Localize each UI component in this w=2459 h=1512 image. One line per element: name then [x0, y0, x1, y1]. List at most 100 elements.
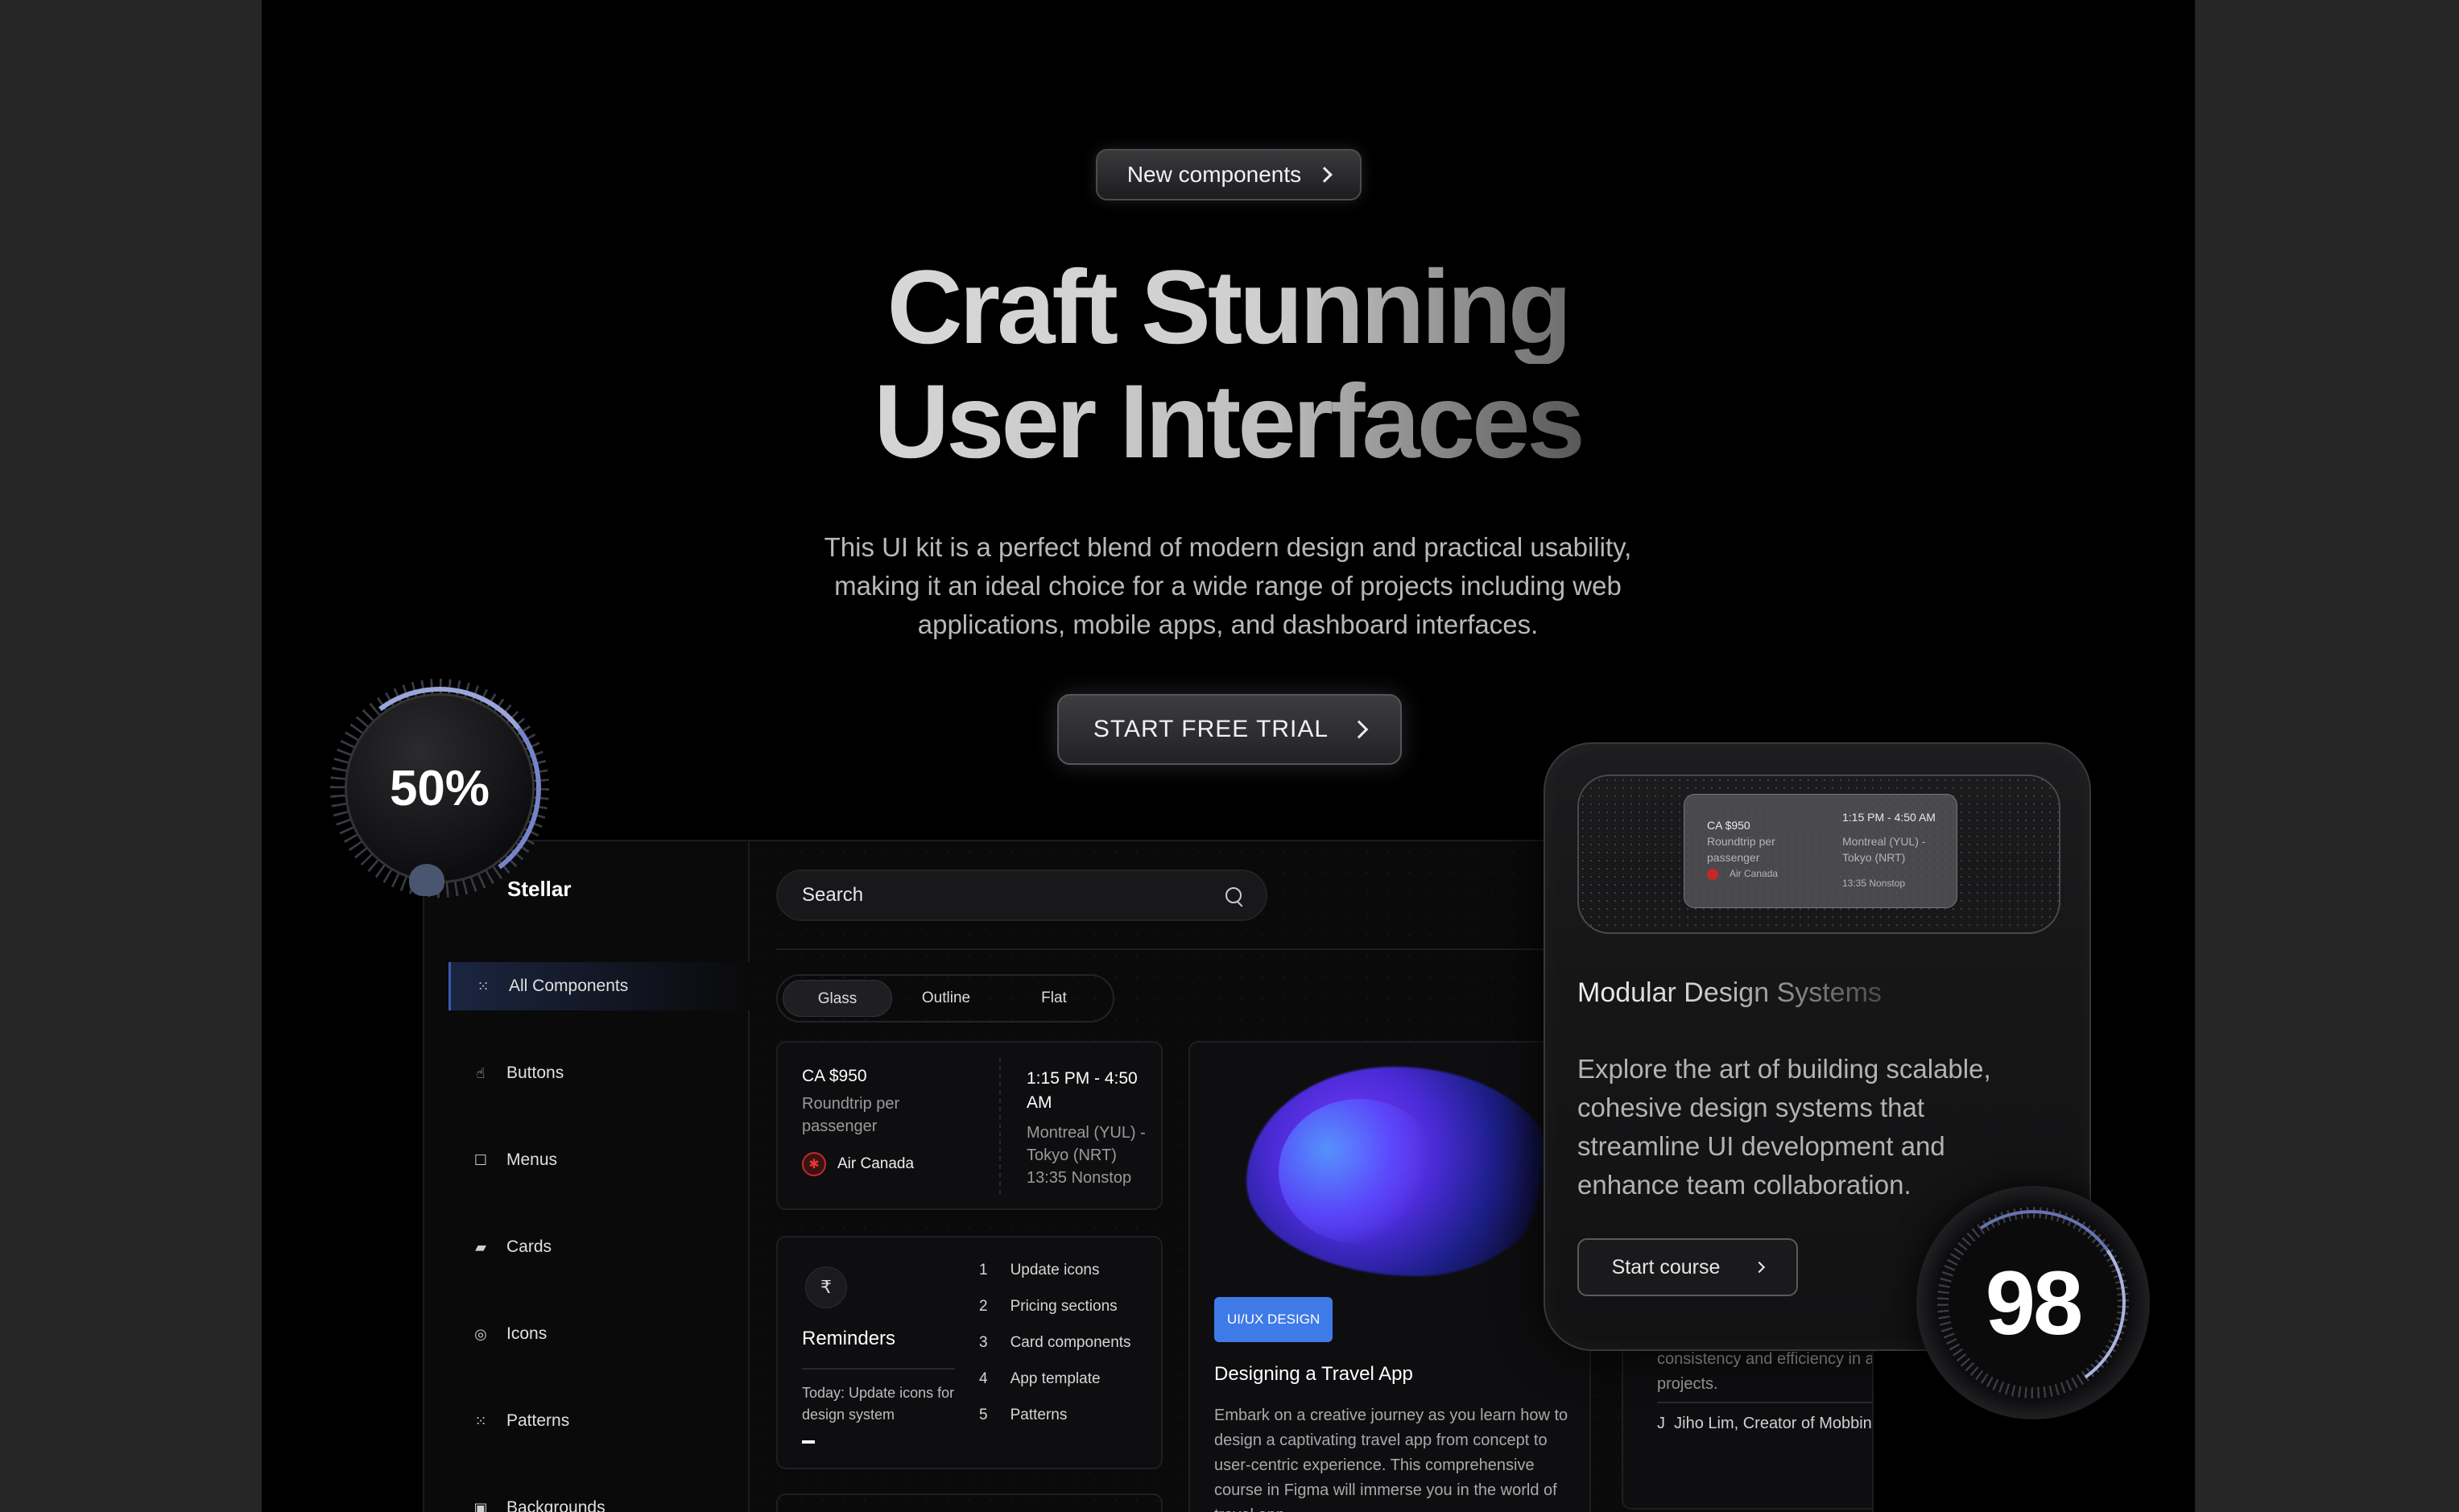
- mini-duration: 13:35 Nonstop: [1842, 878, 1906, 889]
- item-number: 5: [979, 1407, 988, 1423]
- card-partial: [776, 1493, 1163, 1512]
- segment-glass[interactable]: Glass: [783, 980, 892, 1017]
- sidebar-item-label: Backgrounds: [506, 1498, 605, 1512]
- course-title: Designing a Travel App: [1214, 1363, 1413, 1385]
- circle-target-icon: ◎: [474, 1325, 487, 1342]
- item-label: Update icons: [1010, 1262, 1100, 1279]
- chevron-right-icon: [1316, 167, 1333, 183]
- sidebar-item-menus[interactable]: ☐ Menus: [448, 1136, 750, 1184]
- sidebar-item-cards[interactable]: ▰ Cards: [448, 1223, 750, 1271]
- divider: [802, 1368, 955, 1369]
- headline-line-1: Craft Stunning: [825, 250, 1630, 364]
- flight-card[interactable]: CA $950 Roundtrip per passenger ✱ Air Ca…: [776, 1041, 1163, 1210]
- flight-airline: Air Canada: [837, 1155, 915, 1172]
- flight-duration: 13:35 Nonstop: [1027, 1169, 1132, 1187]
- list-item[interactable]: 3 Card components: [979, 1334, 1131, 1370]
- flight-route: Montreal (YUL) - Tokyo (NRT): [1027, 1124, 1146, 1164]
- sidebar-nav: ⁙ All Components ☝ Buttons ☐ Menus ▰ Car…: [448, 962, 750, 1512]
- testimonial-author: J Jiho Lim, Creator of Mobbin: [1657, 1415, 1872, 1433]
- course-card[interactable]: UI/UX DESIGN Designing a Travel App Emba…: [1188, 1041, 1591, 1512]
- abstract-blob-highlight: [1279, 1099, 1440, 1244]
- image-icon: ▣: [473, 1499, 488, 1512]
- sidebar-item-patterns[interactable]: ⁙ Patterns: [448, 1397, 750, 1445]
- progress-gauge: 50%: [324, 673, 555, 903]
- item-number: 4: [979, 1370, 988, 1387]
- flight-fare-type: Roundtrip per passenger: [802, 1095, 900, 1135]
- sidebar-item-all-components[interactable]: ⁙ All Components: [448, 962, 750, 1010]
- item-label: Card components: [1010, 1334, 1131, 1351]
- mini-flight-card: CA $950 Roundtrip per passenger Air Cana…: [1684, 794, 1957, 908]
- course-description: Embark on a creative journey as you lear…: [1214, 1407, 1568, 1512]
- course-tag: UI/UX DESIGN: [1214, 1297, 1333, 1342]
- chevron-right-icon: [1349, 720, 1369, 739]
- gauge-value: 98: [1985, 1252, 2084, 1353]
- grid-dots-icon: ⁙: [477, 977, 490, 994]
- chevron-right-icon: [1754, 1261, 1766, 1274]
- mini-route: Montreal (YUL) - Tokyo (NRT): [1842, 835, 1926, 864]
- headline-line-2: User Interfaces: [825, 364, 1630, 478]
- sidebar-item-buttons[interactable]: ☝ Buttons: [448, 1049, 750, 1097]
- square-icon: ☐: [473, 1151, 488, 1168]
- item-label: App template: [1010, 1370, 1101, 1387]
- list-item[interactable]: 5 Patterns: [979, 1407, 1131, 1443]
- item-number: 1: [979, 1262, 988, 1279]
- divider: [1657, 1402, 1872, 1403]
- mini-airline: Air Canada: [1730, 868, 1779, 879]
- cta-label: START FREE TRIAL: [1093, 716, 1329, 742]
- author-name: Jiho Lim, Creator of Mobbin: [1674, 1415, 1872, 1432]
- button-label: Start course: [1611, 1255, 1721, 1279]
- search-placeholder: Search: [802, 884, 864, 906]
- list-item[interactable]: 2 Pricing sections: [979, 1298, 1131, 1334]
- item-label: Pricing sections: [1010, 1298, 1118, 1315]
- mini-price: CA $950: [1707, 819, 1750, 832]
- mini-fare-type: Roundtrip per passenger: [1707, 835, 1775, 864]
- modular-card-title: Modular Design Systems: [1577, 977, 1882, 1008]
- item-number: 3: [979, 1334, 988, 1351]
- testimonial-text: consistency and efficiency in all your p…: [1657, 1350, 1874, 1393]
- progress-indicator: [802, 1440, 815, 1444]
- flight-time: 1:15 PM - 4:50 AM: [1027, 1069, 1138, 1112]
- reminders-list: 1 Update icons 2 Pricing sections 3 Card co…: [979, 1262, 1131, 1443]
- author-initial: J: [1657, 1415, 1665, 1432]
- air-canada-logo-icon: ✱: [802, 1152, 826, 1176]
- sidebar: Stellar ⁙ All Components ☝ Buttons ☐ Men…: [424, 841, 750, 1512]
- segment-outline[interactable]: Outline: [892, 980, 1000, 1017]
- mini-time: 1:15 PM - 4:50 AM: [1842, 811, 1936, 824]
- sidebar-item-icons[interactable]: ◎ Icons: [448, 1310, 750, 1358]
- rupee-icon: ₹: [805, 1266, 847, 1308]
- segment-flat[interactable]: Flat: [1000, 980, 1108, 1017]
- hero-subtext: This UI kit is a perfect blend of modern…: [824, 532, 1632, 639]
- score-gauge: 98: [1916, 1186, 2150, 1419]
- sidebar-item-label: All Components: [509, 977, 629, 995]
- style-segmented-control: Glass Outline Flat: [776, 974, 1114, 1022]
- gauge-value: 50%: [389, 760, 490, 816]
- item-number: 2: [979, 1298, 988, 1315]
- modular-card-description: Explore the art of building scalable, co…: [1577, 1054, 1991, 1200]
- start-course-button[interactable]: Start course: [1577, 1238, 1798, 1296]
- reminders-title: Reminders: [802, 1328, 896, 1349]
- flight-price: CA $950: [802, 1067, 867, 1085]
- sidebar-item-backgrounds[interactable]: ▣ Backgrounds: [448, 1484, 750, 1512]
- new-components-badge[interactable]: New components: [1096, 149, 1362, 200]
- list-item[interactable]: 4 App template: [979, 1370, 1131, 1407]
- search-icon[interactable]: [1225, 887, 1242, 903]
- dot-grid-icon: ⁙: [474, 1412, 487, 1429]
- pointer-icon: ☝: [476, 1064, 486, 1081]
- card-preview: CA $950 Roundtrip per passenger Air Cana…: [1577, 775, 2060, 934]
- sidebar-item-label: Menus: [506, 1151, 558, 1169]
- sidebar-item-label: Patterns: [506, 1411, 570, 1430]
- sidebar-item-label: Buttons: [506, 1064, 564, 1082]
- sidebar-item-label: Icons: [506, 1324, 548, 1343]
- reminders-card[interactable]: ₹ Reminders Today: Update icons for desi…: [776, 1236, 1163, 1469]
- list-item[interactable]: 1 Update icons: [979, 1262, 1131, 1298]
- sidebar-item-label: Cards: [506, 1237, 552, 1256]
- landing-page: New components Craft Stunning User Inter…: [262, 0, 2195, 1512]
- start-free-trial-button[interactable]: START FREE TRIAL: [1057, 694, 1402, 765]
- hero-headline: Craft Stunning User Interfaces: [825, 250, 1630, 478]
- search-input[interactable]: Search: [776, 870, 1267, 921]
- badge-label: New components: [1126, 162, 1302, 187]
- cards-icon: ▰: [475, 1238, 486, 1255]
- air-canada-logo-icon: [1707, 868, 1718, 880]
- reminders-today: Today: Update icons for design system: [802, 1385, 955, 1423]
- item-label: Patterns: [1010, 1407, 1068, 1423]
